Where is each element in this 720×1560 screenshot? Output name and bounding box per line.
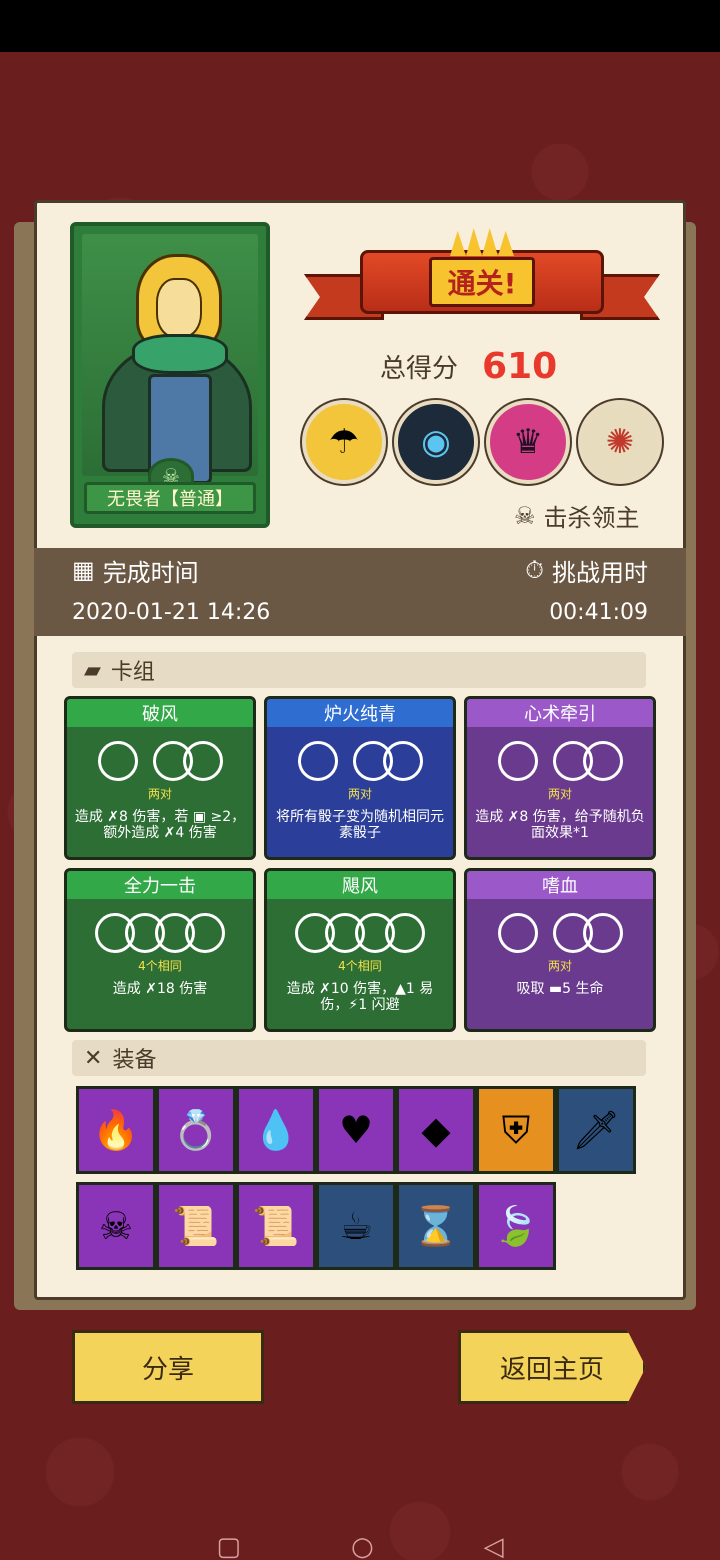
- flame-pouch-icon[interactable]: 🔥: [76, 1086, 156, 1174]
- hourglass-icon[interactable]: ⌛: [396, 1182, 476, 1270]
- duration-label-row: ⏱ 挑战用时: [525, 553, 648, 588]
- hero-scarf: [132, 334, 228, 374]
- dice-slots: [467, 913, 653, 953]
- card-condition: 两对: [347, 787, 372, 801]
- bones-icon: ✕: [84, 1045, 103, 1071]
- hero-name: 无畏者【普通】: [84, 482, 256, 514]
- score-value: 610: [482, 345, 558, 387]
- shadow-mask-icon[interactable]: ☠: [76, 1182, 156, 1270]
- clear-label: 通关!: [428, 257, 536, 307]
- card-quanli[interactable]: 全力一击 4个相同 造成 ✗18 伤害: [64, 868, 256, 1032]
- home-icon[interactable]: ○: [351, 1532, 374, 1560]
- skull-scroll-icon[interactable]: 📜: [156, 1182, 236, 1270]
- card-description: 将所有骰子变为随机相同元素骰子: [276, 809, 444, 841]
- boss-list: ☂ ◉ ♛ ✺: [302, 400, 662, 490]
- hero-art: [82, 234, 258, 484]
- green-leaf-icon[interactable]: 🍃: [476, 1182, 556, 1270]
- finish-time-label-row: ▦ 完成时间: [72, 553, 199, 588]
- kills-label-row: ☠ 击杀领主: [514, 498, 640, 533]
- card-condition: 4个相同: [138, 959, 182, 973]
- card-shixue[interactable]: 嗜血 两对 吸取 ▬5 生命: [464, 868, 656, 1032]
- back-icon[interactable]: ◁: [484, 1532, 504, 1560]
- equipment-header: ✕ 装备: [72, 1040, 646, 1076]
- blue-crystal-icon[interactable]: 💧: [236, 1086, 316, 1174]
- card-title: 嗜血: [467, 871, 653, 899]
- card-description: 造成 ✗10 伤害，▲1 易伤，⚡1 闪避: [286, 981, 434, 1013]
- duration-value: 00:41:09: [549, 599, 648, 625]
- card-title: 破风: [67, 699, 253, 727]
- card-condition: 两对: [147, 787, 172, 801]
- heart-amulet-icon[interactable]: ♥: [316, 1086, 396, 1174]
- card-description: 造成 ✗8 伤害，给予随机负面效果*1: [475, 809, 645, 841]
- card-jufeng[interactable]: 飓风 4个相同 造成 ✗10 伤害，▲1 易伤，⚡1 闪避: [264, 868, 456, 1032]
- home-button[interactable]: 返回主页: [458, 1330, 646, 1404]
- status-bar: [0, 0, 720, 52]
- ribbon-main: 通关!: [360, 250, 604, 314]
- card-title: 心术牵引: [467, 699, 653, 727]
- deck-title: 卡组: [110, 660, 155, 685]
- deck-header: ▰ 卡组: [72, 652, 646, 688]
- boss-avatar-shadow: ◉: [394, 400, 478, 484]
- score-row: 总得分 610: [380, 344, 557, 388]
- green-gem-icon[interactable]: ◆: [396, 1086, 476, 1174]
- card-condition: 两对: [547, 787, 572, 801]
- equipment-row-1: 🔥 💍 💧 ♥ ◆ ⛨ 🗡: [76, 1086, 636, 1174]
- dice-slots: [267, 741, 453, 781]
- card-title: 飓风: [267, 871, 453, 899]
- dice-slots: [267, 913, 453, 953]
- card-condition: 两对: [547, 959, 572, 973]
- card-description: 造成 ✗8 伤害，若 ▣ ≥2，额外造成 ✗4 伤害: [74, 809, 246, 841]
- stopwatch-icon: ⏱: [525, 556, 544, 584]
- clear-banner: 通关!: [300, 228, 664, 334]
- equipment-row-2: ☠ 📜 📜 ☕ ⌛ 🍃: [76, 1182, 556, 1270]
- boss-avatar-straw-hat: ☂: [302, 400, 386, 484]
- hero-face: [156, 278, 202, 338]
- dice-slots: [467, 741, 653, 781]
- skull-shield-icon[interactable]: ⛨: [476, 1086, 556, 1174]
- card-description: 造成 ✗18 伤害: [112, 981, 208, 997]
- dice-slots: [67, 741, 253, 781]
- cards-icon: ▰: [84, 657, 101, 683]
- card-condition: 4个相同: [338, 959, 382, 973]
- leaf-scroll-icon[interactable]: 📜: [236, 1182, 316, 1270]
- duration-label: 挑战用时: [552, 558, 648, 587]
- calendar-icon: ▦: [72, 556, 95, 584]
- boss-avatar-mask: ✺: [578, 400, 662, 484]
- hero-portrait: ☠ 无畏者【普通】: [70, 222, 270, 528]
- share-button[interactable]: 分享: [72, 1330, 264, 1404]
- finish-time-value: 2020-01-21 14:26: [72, 599, 271, 625]
- dice-slots: [67, 913, 253, 953]
- horned-skull-icon: ☠: [514, 501, 536, 530]
- card-title: 全力一击: [67, 871, 253, 899]
- spirit-cup-icon[interactable]: ☕: [316, 1182, 396, 1270]
- card-description: 吸取 ▬5 生命: [516, 981, 604, 997]
- card-xinshu[interactable]: 心术牵引 两对 造成 ✗8 伤害，给予随机负面效果*1: [464, 696, 656, 860]
- card-luhuo[interactable]: 炉火纯青 两对 将所有骰子变为随机相同元素骰子: [264, 696, 456, 860]
- info-bar: ▦ 完成时间 ⏱ 挑战用时 2020-01-21 14:26 00:41:09: [34, 548, 686, 636]
- card-title: 炉火纯青: [267, 699, 453, 727]
- finish-time-label: 完成时间: [102, 558, 199, 587]
- boss-avatar-demon: ♛: [486, 400, 570, 484]
- card-grid: 破风 两对 造成 ✗8 伤害，若 ▣ ≥2，额外造成 ✗4 伤害 炉火纯青 两对…: [64, 696, 658, 1032]
- system-nav-bar: ▢ ○ ◁: [0, 1532, 720, 1560]
- equipment-title: 装备: [112, 1048, 157, 1073]
- recent-apps-icon[interactable]: ▢: [216, 1532, 241, 1560]
- card-pofeng[interactable]: 破风 两对 造成 ✗8 伤害，若 ▣ ≥2，额外造成 ✗4 伤害: [64, 696, 256, 860]
- gold-ring-icon[interactable]: 💍: [156, 1086, 236, 1174]
- kills-label: 击杀领主: [543, 504, 640, 532]
- dagger-icon[interactable]: 🗡: [556, 1086, 636, 1174]
- score-label: 总得分: [380, 353, 459, 384]
